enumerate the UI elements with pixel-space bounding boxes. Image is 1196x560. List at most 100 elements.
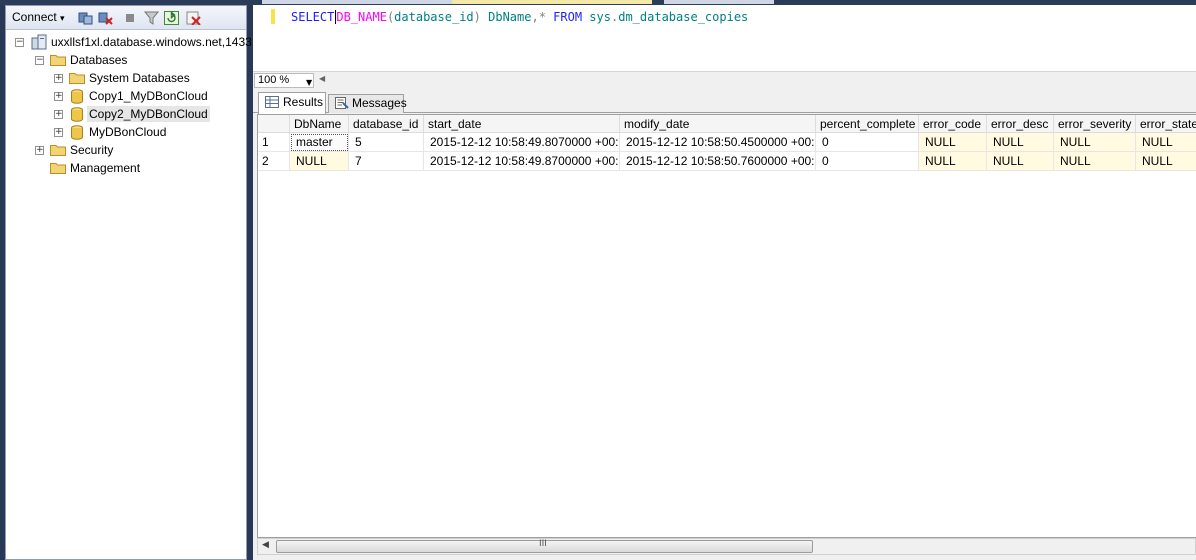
tree-node-label: Copy1_MyDBonCloud xyxy=(89,89,208,103)
expand-icon[interactable]: + xyxy=(54,128,63,137)
table-cell[interactable]: 0 xyxy=(816,152,919,171)
zoom-value: 100 % xyxy=(258,74,290,86)
query-editor[interactable]: SELECT DB_NAME(database_id) DbName,* FROM… xyxy=(253,5,1196,71)
table-cell[interactable]: 2015-12-12 10:58:49.8070000 +00:00 xyxy=(424,133,620,152)
chevron-down-icon: ▾ xyxy=(60,14,65,24)
sql-keyword-from: FROM xyxy=(553,10,583,24)
database-icon xyxy=(71,125,83,140)
row-number[interactable]: 2 xyxy=(258,152,290,171)
table-cell[interactable]: 7 xyxy=(349,152,424,171)
filter-icon[interactable] xyxy=(144,11,159,25)
collapse-icon[interactable]: − xyxy=(15,38,24,47)
sql-keyword-select: SELECT xyxy=(291,10,335,24)
column-header[interactable]: database_id xyxy=(349,115,424,133)
column-header[interactable]: start_date xyxy=(424,115,620,133)
table-cell[interactable]: NULL xyxy=(1054,152,1136,171)
column-header[interactable]: error_code xyxy=(919,115,987,133)
activity-monitor-icon[interactable] xyxy=(186,11,201,25)
table-cell[interactable]: NULL xyxy=(987,133,1054,152)
tree-node-mydbcloud[interactable]: + MyDBonCloud xyxy=(6,123,246,141)
database-icon xyxy=(71,107,83,122)
document-tab-3[interactable] xyxy=(664,0,774,4)
tree-node-databases[interactable]: − Databases xyxy=(6,51,246,69)
tab-messages[interactable]: Messages xyxy=(328,94,407,113)
tree-node-management[interactable]: Management xyxy=(6,159,246,177)
object-explorer-toolbar: Connect ▾ xyxy=(6,6,246,30)
sql-paren-close: ) xyxy=(473,10,481,24)
column-header[interactable]: error_desc xyxy=(987,115,1054,133)
disconnect-icon[interactable] xyxy=(98,11,113,25)
table-cell[interactable]: NULL xyxy=(1136,133,1196,152)
column-header[interactable]: error_severity xyxy=(1054,115,1136,133)
tree-node-copy1-mydbcloud[interactable]: + Copy1_MyDBonCloud xyxy=(6,87,246,105)
expand-icon[interactable]: + xyxy=(54,92,63,101)
sql-view: dm_database_copies xyxy=(618,10,749,24)
expand-icon[interactable]: + xyxy=(54,74,63,83)
tree-node-system-databases[interactable]: + System Databases xyxy=(6,69,246,87)
sql-comma-star: ,* xyxy=(531,10,546,24)
grip-icon: III xyxy=(539,539,547,549)
column-header[interactable]: percent_complete xyxy=(816,115,919,133)
tree-node-label: Management xyxy=(70,161,141,175)
document-tab-1[interactable] xyxy=(262,0,452,4)
grid-icon xyxy=(265,96,279,108)
object-explorer: Connect ▾ − uxxllsf1xl.database.windows.… xyxy=(5,5,252,560)
tab-results-label: Results xyxy=(283,95,324,109)
zoom-select[interactable]: 100 % ▼ xyxy=(254,73,314,88)
row-number-header xyxy=(258,115,290,133)
table-cell[interactable]: NULL xyxy=(919,152,987,171)
connect-object-explorer-icon[interactable] xyxy=(78,11,93,25)
sql-argument: database_id xyxy=(394,10,474,24)
tree-node-label: Databases xyxy=(70,53,128,67)
tab-messages-label: Messages xyxy=(352,96,407,110)
table-cell[interactable]: NULL xyxy=(1054,133,1136,152)
scrollbar-thumb[interactable]: III xyxy=(276,539,813,553)
column-header[interactable]: error_state xyxy=(1136,115,1196,133)
tree-node-copy2-mydbcloud[interactable]: + Copy2_MyDBonCloud xyxy=(6,105,246,123)
tab-results[interactable]: Results xyxy=(258,92,326,114)
table-cell[interactable]: 2015-12-12 10:58:49.8700000 +00:00 xyxy=(424,152,620,171)
refresh-icon[interactable] xyxy=(164,11,179,25)
connect-label: Connect xyxy=(12,10,57,24)
tree-node-security[interactable]: + Security xyxy=(6,141,246,159)
document-tab-active[interactable] xyxy=(452,0,652,4)
tree-node-label: Copy2_MyDBonCloud xyxy=(87,106,210,122)
horizontal-scrollbar[interactable]: ◀ III xyxy=(257,538,1196,555)
column-header[interactable]: DbName xyxy=(290,115,349,133)
sql-query-line[interactable]: SELECT DB_NAME(database_id) DbName,* FROM… xyxy=(291,10,748,24)
connect-button[interactable]: Connect ▾ xyxy=(12,10,65,24)
chevron-down-icon[interactable]: ▼ xyxy=(306,76,312,89)
server-icon xyxy=(31,34,47,50)
results-grid[interactable]: DbName database_id start_date modify_dat… xyxy=(257,114,1196,538)
folder-icon xyxy=(50,163,66,174)
expand-icon[interactable]: + xyxy=(54,110,63,119)
expand-icon[interactable]: + xyxy=(35,146,44,155)
messages-icon xyxy=(335,97,349,109)
table-cell[interactable]: master xyxy=(290,133,349,152)
table-cell[interactable]: NULL xyxy=(290,152,349,171)
table-cell[interactable]: NULL xyxy=(987,152,1054,171)
table-cell[interactable]: NULL xyxy=(1136,152,1196,171)
scroll-left-icon[interactable]: ◀ xyxy=(319,74,325,83)
table-cell[interactable]: 5 xyxy=(349,133,424,152)
row-number[interactable]: 1 xyxy=(258,133,290,152)
folder-icon xyxy=(50,145,66,156)
table-cell[interactable]: 2015-12-12 10:58:50.7600000 +00:00 xyxy=(620,152,816,171)
tree-node-label: System Databases xyxy=(89,71,190,85)
folder-icon xyxy=(50,55,66,66)
change-indicator xyxy=(271,9,275,24)
sql-schema: sys xyxy=(589,10,611,24)
scroll-left-icon[interactable]: ◀ xyxy=(262,540,269,550)
editor-zoom-bar: 100 % ▼ ◀ xyxy=(253,71,1196,89)
column-header[interactable]: modify_date xyxy=(620,115,816,133)
sql-alias: DbName xyxy=(480,10,532,24)
results-pane: Results Messages DbName database_id star… xyxy=(253,89,1196,560)
table-cell[interactable]: 0 xyxy=(816,133,919,152)
tree-node-server[interactable]: − uxxllsf1xl.database.windows.net,1433 xyxy=(6,33,252,51)
collapse-icon[interactable]: − xyxy=(35,56,44,65)
database-icon xyxy=(71,89,83,104)
stop-icon[interactable] xyxy=(123,11,138,25)
sql-function: DB_NAME xyxy=(336,10,387,24)
table-cell[interactable]: 2015-12-12 10:58:50.4500000 +00:00 xyxy=(620,133,816,152)
table-cell[interactable]: NULL xyxy=(919,133,987,152)
